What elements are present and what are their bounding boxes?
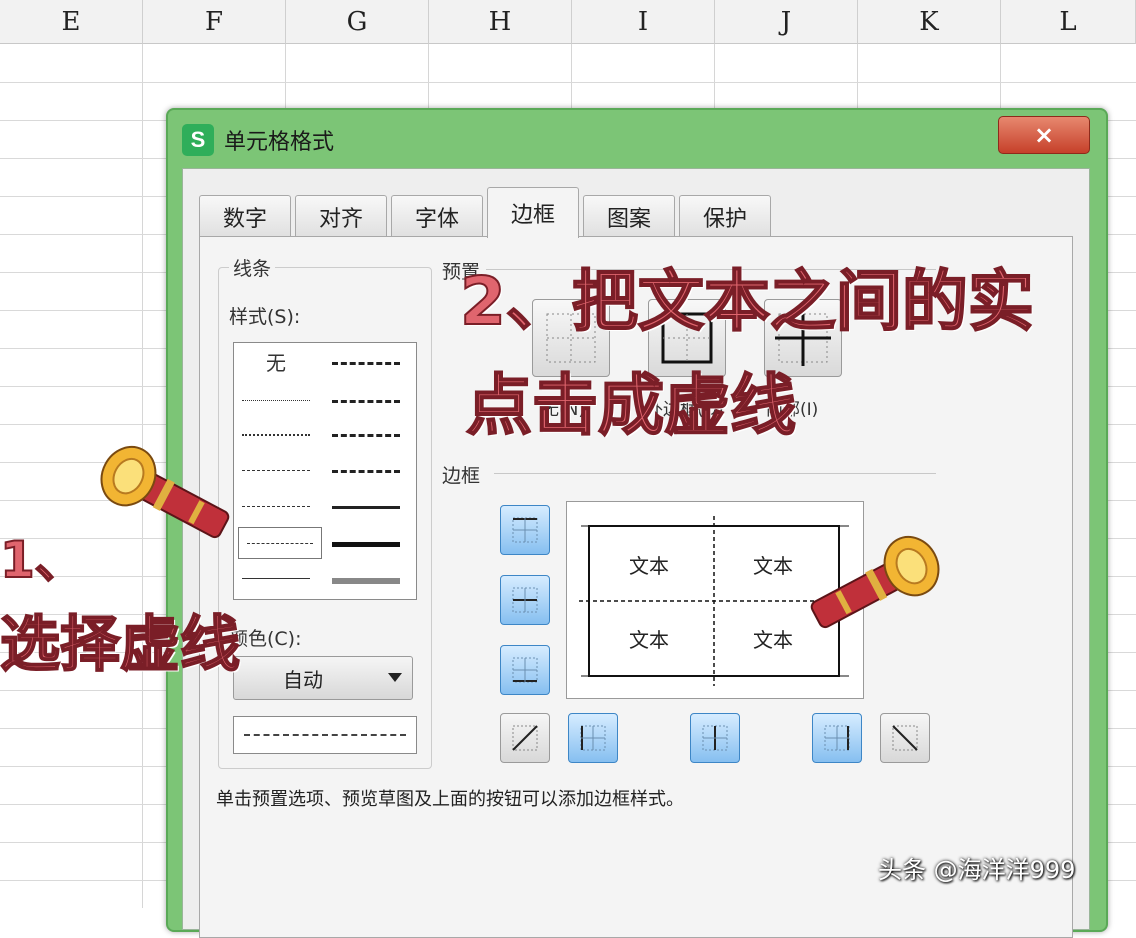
border-left-button[interactable] bbox=[568, 713, 618, 763]
telescope-icon bbox=[100, 445, 230, 539]
hint-text: 单击预置选项、预览草图及上面的按钮可以添加边框样式。 bbox=[216, 789, 684, 810]
line-style-dash-dot[interactable] bbox=[234, 491, 318, 523]
column-header-j[interactable]: J bbox=[715, 0, 858, 44]
line-style-slanted-dash-dot[interactable] bbox=[324, 385, 408, 417]
watermark: 头条 @海洋洋999 bbox=[878, 856, 1076, 884]
diagonal-up-icon bbox=[512, 725, 538, 751]
tab-alignment[interactable]: 对齐 bbox=[295, 195, 387, 237]
line-style-dotted[interactable] bbox=[234, 419, 318, 451]
color-dropdown[interactable]: 自动 bbox=[233, 656, 413, 700]
column-header-h[interactable]: H bbox=[429, 0, 572, 44]
line-group: 线条 样式(S): 无 颜色(C): 自动 bbox=[218, 254, 432, 769]
line-style-medium-dash-dot[interactable] bbox=[324, 419, 408, 451]
annotation-step2-line1: 2、把文本之间的实 bbox=[459, 262, 1035, 341]
border-inside-vertical-icon bbox=[702, 725, 728, 751]
close-button[interactable]: × bbox=[998, 116, 1090, 154]
dropdown-arrow-icon bbox=[388, 673, 402, 682]
column-header-g[interactable]: G bbox=[286, 0, 429, 44]
line-style-none[interactable]: 无 bbox=[234, 343, 318, 379]
border-diagonal-down-button[interactable] bbox=[880, 713, 930, 763]
format-cells-dialog: S 单元格格式 × 数字 对齐 字体 边框 图案 保护 线条 样式(S): 无 bbox=[166, 108, 1108, 938]
tab-number[interactable]: 数字 bbox=[199, 195, 291, 237]
border-top-button[interactable] bbox=[500, 505, 550, 555]
line-style-list: 无 bbox=[233, 342, 417, 600]
border-section-label: 边框 bbox=[442, 465, 481, 487]
border-right-button[interactable] bbox=[812, 713, 862, 763]
border-diagonal-up-button[interactable] bbox=[500, 713, 550, 763]
app-logo-icon: S bbox=[182, 124, 214, 156]
border-bottom-icon bbox=[512, 657, 538, 683]
line-preview bbox=[233, 716, 417, 754]
tab-border[interactable]: 边框 bbox=[487, 187, 579, 238]
annotation-step2-line2: 点击成虚线 bbox=[465, 366, 797, 445]
border-top-icon bbox=[512, 517, 538, 543]
dialog-title: 单元格格式 bbox=[224, 130, 335, 155]
line-style-dashed-selected[interactable] bbox=[238, 527, 322, 559]
line-style-thin[interactable] bbox=[234, 563, 318, 595]
line-style-medium-dashed[interactable] bbox=[324, 455, 408, 487]
color-value: 自动 bbox=[283, 667, 323, 692]
column-header-l[interactable]: L bbox=[1001, 0, 1136, 44]
border-inside-horizontal-icon bbox=[512, 587, 538, 613]
line-style-thick[interactable] bbox=[324, 527, 408, 559]
preview-cell-text: 文本 bbox=[629, 628, 669, 652]
preview-cell-text: 文本 bbox=[753, 628, 793, 652]
annotation-step1-text: 选择虚线 bbox=[0, 609, 241, 681]
border-right-icon bbox=[824, 725, 850, 751]
border-bottom-button[interactable] bbox=[500, 645, 550, 695]
line-style-medium[interactable] bbox=[324, 491, 408, 523]
tab-font[interactable]: 字体 bbox=[391, 195, 483, 237]
column-header-k[interactable]: K bbox=[858, 0, 1001, 44]
line-group-label: 线条 bbox=[229, 254, 276, 281]
annotation-step1-number: 1、 bbox=[0, 530, 86, 590]
dialog-titlebar[interactable]: S 单元格格式 × bbox=[168, 110, 1106, 166]
tab-pattern[interactable]: 图案 bbox=[583, 195, 675, 237]
grid-line bbox=[0, 82, 1136, 83]
border-inside-horizontal-button[interactable] bbox=[500, 575, 550, 625]
column-header-e[interactable]: E bbox=[0, 0, 143, 44]
border-inside-vertical-button[interactable] bbox=[690, 713, 740, 763]
diagonal-down-icon bbox=[892, 725, 918, 751]
line-style-double[interactable] bbox=[324, 563, 408, 595]
column-header-f[interactable]: F bbox=[143, 0, 286, 44]
border-separator bbox=[494, 473, 936, 474]
line-style-medium-dash-dot-dot[interactable] bbox=[324, 347, 408, 379]
close-icon: × bbox=[1033, 121, 1055, 149]
style-label: 样式(S): bbox=[229, 306, 301, 328]
preview-dashed-line bbox=[244, 734, 406, 736]
line-style-dash-dot-dot[interactable] bbox=[234, 455, 318, 487]
border-left-icon bbox=[580, 725, 606, 751]
preview-cell-text: 文本 bbox=[753, 554, 793, 578]
line-style-hair[interactable] bbox=[234, 385, 318, 417]
telescope-icon bbox=[810, 535, 940, 629]
preview-cell-text: 文本 bbox=[629, 554, 669, 578]
column-header-i[interactable]: I bbox=[572, 0, 715, 44]
tab-protection[interactable]: 保护 bbox=[679, 195, 771, 237]
